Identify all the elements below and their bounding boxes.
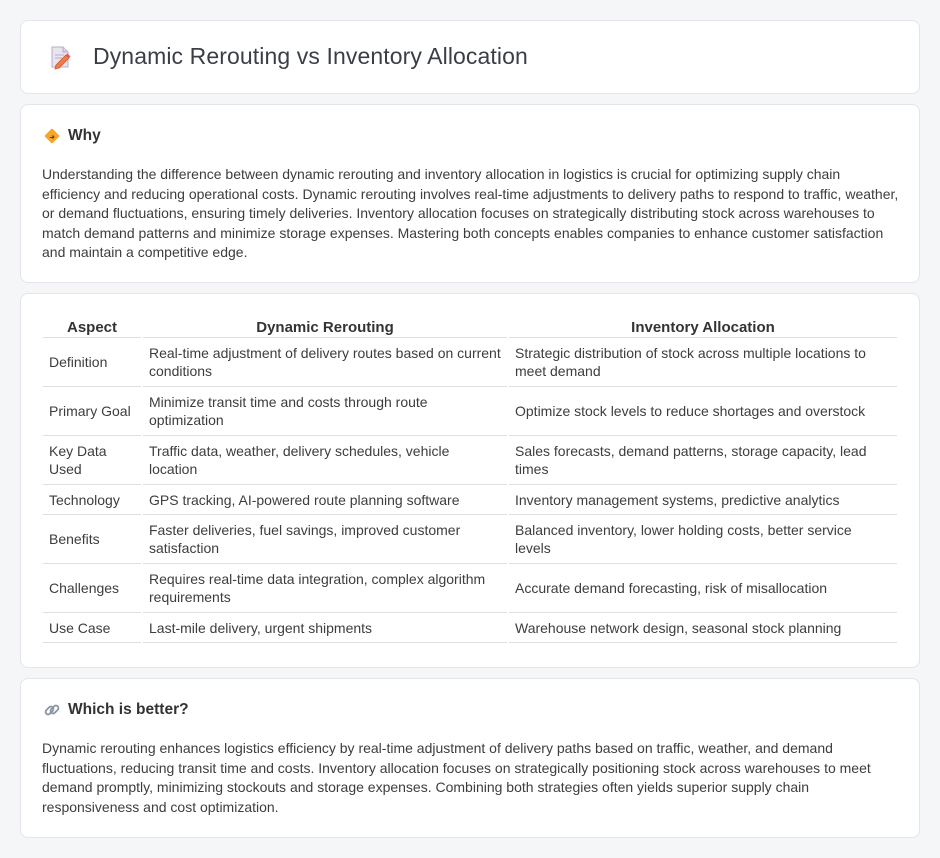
why-section: Why Understanding the difference between… — [20, 104, 920, 283]
header-inventory-allocation: Inventory Allocation — [509, 314, 897, 338]
row-inventory: Accurate demand forecasting, risk of mis… — [509, 564, 897, 613]
header-dynamic-rerouting: Dynamic Rerouting — [143, 314, 507, 338]
header-aspect: Aspect — [43, 314, 141, 338]
title-card: Dynamic Rerouting vs Inventory Allocatio… — [20, 20, 920, 94]
comparison-table-card: Aspect Dynamic Rerouting Inventory Alloc… — [20, 293, 920, 668]
row-aspect: Challenges — [43, 564, 141, 613]
which-is-better-section: Which is better? Dynamic rerouting enhan… — [20, 678, 920, 838]
row-dynamic: Requires real-time data integration, com… — [143, 564, 507, 613]
table-row: Technology GPS tracking, AI-powered rout… — [43, 485, 897, 515]
document-pencil-icon — [51, 46, 71, 70]
which-is-better-paragraph: Dynamic rerouting enhances logistics eff… — [42, 740, 871, 815]
which-is-better-title: Which is better? — [68, 701, 189, 718]
row-aspect: Key Data Used — [43, 436, 141, 485]
row-dynamic: Real-time adjustment of delivery routes … — [143, 338, 507, 387]
row-dynamic: GPS tracking, AI-powered route planning … — [143, 485, 507, 515]
row-inventory: Inventory management systems, predictive… — [509, 485, 897, 515]
table-row: Use Case Last-mile delivery, urgent ship… — [43, 613, 897, 643]
row-inventory: Warehouse network design, seasonal stock… — [509, 613, 897, 643]
row-inventory: Sales forecasts, demand patterns, storag… — [509, 436, 897, 485]
row-aspect: Definition — [43, 338, 141, 387]
row-inventory: Balanced inventory, lower holding costs,… — [509, 515, 897, 564]
table-row: Key Data Used Traffic data, weather, del… — [43, 436, 897, 485]
row-dynamic: Faster deliveries, fuel savings, improve… — [143, 515, 507, 564]
table-header-row: Aspect Dynamic Rerouting Inventory Alloc… — [43, 314, 897, 338]
table-row: Definition Real-time adjustment of deliv… — [43, 338, 897, 387]
table-row: Challenges Requires real-time data integ… — [43, 564, 897, 613]
link-chain-icon — [44, 704, 60, 716]
row-inventory: Optimize stock levels to reduce shortage… — [509, 387, 897, 436]
row-aspect: Primary Goal — [43, 387, 141, 436]
table-row: Primary Goal Minimize transit time and c… — [43, 387, 897, 436]
why-paragraph: Understanding the difference between dyn… — [42, 166, 899, 261]
diamond-road-sign-icon — [44, 128, 60, 144]
row-dynamic: Minimize transit time and costs through … — [143, 387, 507, 436]
row-dynamic: Last-mile delivery, urgent shipments — [143, 613, 507, 643]
table-row: Benefits Faster deliveries, fuel savings… — [43, 515, 897, 564]
row-inventory: Strategic distribution of stock across m… — [509, 338, 897, 387]
comparison-table: Aspect Dynamic Rerouting Inventory Alloc… — [41, 314, 899, 643]
row-aspect: Technology — [43, 485, 141, 515]
row-dynamic: Traffic data, weather, delivery schedule… — [143, 436, 507, 485]
why-title: Why — [68, 127, 101, 144]
page-title: Dynamic Rerouting vs Inventory Allocatio… — [93, 43, 528, 69]
row-aspect: Benefits — [43, 515, 141, 564]
row-aspect: Use Case — [43, 613, 141, 643]
